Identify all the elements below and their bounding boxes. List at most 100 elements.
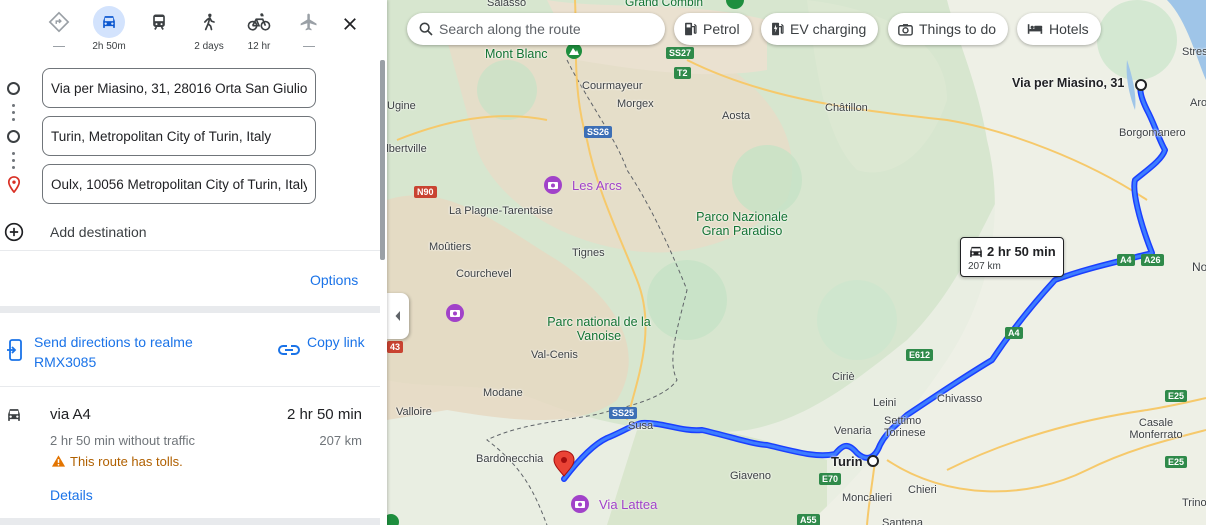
origin-input[interactable] (42, 68, 316, 108)
travel-mode-walking[interactable]: 2 days (187, 6, 231, 54)
place-label: Ciriè (832, 371, 855, 383)
map-canvas[interactable]: Salasso Grand Combin Mont Blanc Courmaye… (387, 0, 1206, 525)
options-link[interactable]: Options (310, 272, 358, 288)
link-icon (278, 345, 300, 355)
route-option-card[interactable]: via A4 2 hr 50 min 2 hr 50 min without t… (0, 388, 380, 518)
place-label: Santena (882, 517, 923, 525)
place-label: Albertville (387, 143, 427, 155)
callout-duration: 2 hr 50 min (987, 244, 1056, 259)
travel-mode-driving[interactable]: 2h 50m (87, 6, 131, 54)
road-shield: SS27 (666, 47, 695, 59)
collapse-panel-button[interactable] (387, 293, 409, 339)
route-distance: 207 km (319, 433, 362, 448)
road-shield: E25 (1165, 456, 1188, 468)
place-label: Novara (1192, 260, 1206, 274)
chevron-left-icon (395, 311, 400, 321)
chip-label: Petrol (703, 21, 740, 37)
chip-ev-charging[interactable]: EV charging (761, 13, 879, 45)
search-placeholder: Search along the route (439, 21, 581, 37)
chip-hotels[interactable]: Hotels (1017, 13, 1101, 45)
place-label: Aosta (722, 110, 751, 122)
travel-mode-flights[interactable] (287, 6, 331, 54)
road-shield: N90 (414, 186, 437, 198)
place-label: Chivasso (937, 393, 983, 405)
search-along-route-input[interactable]: Search along the route (407, 13, 665, 45)
diamond-turn-icon (43, 6, 75, 38)
travel-mode-best-route[interactable] (37, 6, 81, 54)
camera-icon (898, 23, 913, 36)
road-shield: E612 (906, 349, 934, 361)
send-directions-link[interactable]: Send directions to realme RMX3085 (34, 332, 234, 372)
car-icon (8, 409, 20, 421)
place-label: Ugine (387, 100, 416, 112)
waypoint-input[interactable] (42, 116, 316, 156)
route-duration-callout[interactable]: 2 hr 50 min 207 km (960, 237, 1064, 277)
poi-label[interactable]: Les Arcs (572, 178, 622, 193)
camera-poi-icon[interactable] (570, 494, 590, 519)
fuel-pump-icon (684, 22, 697, 36)
close-directions-button[interactable] (336, 10, 364, 38)
chip-label: Hotels (1049, 21, 1089, 37)
toll-warning: This route has tolls. (70, 454, 183, 469)
driving-duration: 2h 50m (92, 41, 126, 52)
road-shield: SS26 (584, 126, 613, 138)
road-shield: E70 (819, 473, 842, 485)
place-label: Leini (873, 397, 897, 409)
chip-petrol[interactable]: Petrol (674, 13, 752, 45)
route-details-link[interactable]: Details (50, 487, 93, 503)
copy-link-button[interactable]: Copy link (307, 332, 367, 352)
train-icon (143, 6, 175, 38)
destination-input[interactable] (42, 164, 316, 204)
chip-label: EV charging (790, 21, 867, 37)
place-label: Mont Blanc (485, 47, 548, 61)
place-label: Valloire (396, 406, 432, 418)
close-icon (344, 18, 356, 30)
panel-scrollbar[interactable] (380, 60, 385, 260)
place-label: Courchevel (456, 268, 512, 280)
search-icon (419, 22, 433, 36)
callout-distance: 207 km (968, 261, 1001, 272)
origin-circle-icon (7, 82, 20, 95)
chip-things-to-do[interactable]: Things to do (888, 13, 1009, 45)
road-shield: A55 (797, 514, 820, 525)
route-duration: 2 hr 50 min (286, 406, 362, 423)
send-to-phone-icon (7, 339, 22, 361)
waypoint-circle-icon (7, 130, 20, 143)
bed-icon (1027, 23, 1043, 35)
car-icon (970, 246, 982, 258)
car-icon (93, 6, 125, 38)
add-circle-icon (4, 222, 24, 242)
place-label: Stresa (1182, 46, 1206, 58)
place-label: Modane (483, 387, 523, 399)
place-label: Moncalieri (842, 492, 893, 504)
add-destination-button[interactable]: Add destination (0, 220, 300, 244)
warning-icon (51, 455, 66, 467)
destination-pin-icon (7, 176, 21, 193)
cycling-duration: 12 hr (247, 41, 271, 52)
place-label: Salasso (487, 0, 527, 9)
travel-mode-bar: 2h 50m 2 days 12 hr (0, 0, 387, 58)
route-without-traffic: 2 hr 50 min without traffic (50, 433, 195, 448)
stop-waypoint-row (0, 116, 387, 156)
place-label: Settimo Torinese (884, 415, 926, 439)
bicycle-icon (243, 6, 275, 38)
place-label: Chieri (908, 484, 937, 496)
airplane-icon (293, 6, 325, 38)
ev-charging-icon (771, 22, 784, 36)
place-label: La Plagne-Tarentaise (449, 205, 553, 217)
place-label: Susa (628, 420, 654, 432)
directions-panel: 2h 50m 2 days 12 hr Via per Miasino, 31,… (0, 0, 387, 525)
camera-poi-icon[interactable] (543, 175, 563, 200)
place-label: Tignes (572, 247, 605, 259)
camera-poi-icon[interactable] (445, 303, 465, 328)
place-label: Bardonecchia (476, 453, 544, 465)
place-label: Val-Cenis (531, 349, 578, 361)
place-label: Venaria (834, 425, 872, 437)
place-label: Moûtiers (429, 241, 472, 253)
travel-mode-cycling[interactable]: 12 hr (237, 6, 281, 54)
road-shield: E25 (1165, 390, 1188, 402)
poi-label[interactable]: Via Lattea (599, 497, 657, 512)
road-shield: 43 (387, 341, 404, 353)
road-shield: A26 (1141, 254, 1164, 266)
travel-mode-transit[interactable] (137, 6, 181, 54)
